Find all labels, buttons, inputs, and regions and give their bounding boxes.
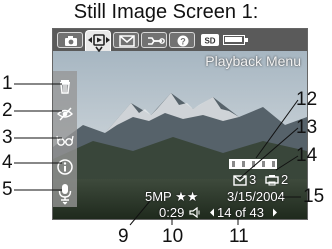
callout-14: 14 <box>296 145 318 166</box>
callout-13: 13 <box>296 117 318 138</box>
callout-15: 15 <box>303 186 325 207</box>
callout-1: 1 <box>2 73 13 94</box>
callout-lines <box>14 83 301 226</box>
callout-10: 10 <box>162 226 184 247</box>
callout-9: 9 <box>118 226 129 247</box>
callout-5: 5 <box>2 179 13 200</box>
callout-3: 3 <box>2 127 13 148</box>
callout-2: 2 <box>2 100 13 121</box>
callout-12: 12 <box>296 89 318 110</box>
callout-11: 11 <box>229 226 249 247</box>
callout-4: 4 <box>2 152 13 173</box>
